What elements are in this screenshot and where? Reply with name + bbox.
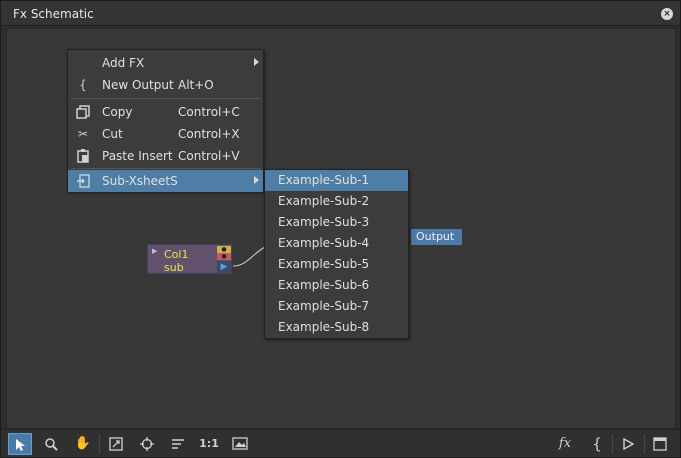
submenu-item[interactable]: Example-Sub-8 — [265, 317, 408, 338]
preview-icon[interactable] — [228, 433, 252, 455]
node-subname: sub — [164, 261, 184, 274]
window-title: Fx Schematic — [13, 7, 94, 21]
menu-item-new-output[interactable]: { New Output Alt+O — [68, 74, 263, 96]
submenu-item[interactable]: Example-Sub-4 — [265, 233, 408, 254]
menu-item-sub-xsheets[interactable]: Sub-XsheetS — [68, 170, 263, 192]
menu-item-label: Sub-XsheetS — [102, 174, 178, 188]
menu-item-shortcut: Control+X — [178, 127, 240, 141]
context-menu: Add FX { New Output Alt+O Copy Control+C… — [67, 49, 264, 192]
menu-item-label: Cut — [102, 127, 123, 141]
submenu-item[interactable]: Example-Sub-2 — [265, 191, 408, 212]
toolbar-separator — [612, 434, 613, 454]
fx-schematic-window: Fx Schematic × ▶ Col1 sub ● ● ▶ Output A… — [0, 0, 681, 458]
expand-arrow-icon[interactable]: ▶ — [152, 247, 157, 255]
menu-item-copy[interactable]: Copy Control+C — [68, 101, 263, 123]
submenu-item-label: Example-Sub-7 — [278, 299, 370, 313]
submenu-arrow-icon — [254, 58, 259, 66]
preview-toggle-icon[interactable]: ● — [217, 246, 231, 253]
submenu-item-label: Example-Sub-4 — [278, 236, 370, 250]
submenu-item[interactable]: Example-Sub-5 — [265, 254, 408, 275]
title-bar: Fx Schematic × — [1, 1, 680, 26]
submenu-arrow-icon — [254, 176, 259, 184]
submenu-item-label: Example-Sub-6 — [278, 278, 370, 292]
sub-xsheets-submenu: Example-Sub-1 Example-Sub-2 Example-Sub-… — [264, 169, 409, 339]
submenu-item-label: Example-Sub-1 — [278, 173, 370, 187]
focus-on-current-icon[interactable] — [135, 433, 159, 455]
menu-item-shortcut: Control+C — [178, 105, 240, 119]
menu-item-shortcut: Control+V — [178, 149, 240, 163]
output-icon[interactable]: { — [585, 433, 609, 455]
fx-icon[interactable]: fx — [553, 433, 577, 455]
menu-item-paste-insert[interactable]: Paste Insert Control+V — [68, 145, 263, 167]
submenu-item-label: Example-Sub-5 — [278, 257, 370, 271]
output-port-icon[interactable]: ▶ — [217, 261, 231, 273]
menu-item-label: Copy — [102, 105, 133, 119]
close-icon[interactable]: × — [661, 8, 673, 20]
hand-icon[interactable]: ✋ — [71, 433, 95, 455]
submenu-item[interactable]: Example-Sub-6 — [265, 275, 408, 296]
menu-separator — [71, 168, 261, 169]
submenu-item-label: Example-Sub-2 — [278, 194, 370, 208]
menu-separator — [71, 98, 261, 99]
menu-item-label: New Output — [102, 78, 174, 92]
camstand-toggle-icon[interactable]: ● — [217, 253, 231, 260]
toolbar-separator — [99, 434, 100, 454]
paste-icon — [75, 149, 91, 163]
fit-to-window-icon[interactable] — [104, 433, 128, 455]
toolbar-separator — [644, 434, 645, 454]
column-node[interactable]: ▶ Col1 sub ● ● ▶ — [147, 244, 232, 274]
play-icon[interactable] — [616, 433, 640, 455]
scissors-icon: ✂ — [77, 127, 89, 141]
actual-size-icon[interactable]: 1:1 — [197, 433, 221, 455]
menu-item-add-fx[interactable]: Add FX — [68, 52, 263, 74]
menu-item-label: Paste Insert — [102, 149, 173, 163]
menu-item-label: Add FX — [102, 56, 145, 70]
submenu-item-label: Example-Sub-3 — [278, 215, 370, 229]
output-node[interactable]: Output — [411, 229, 462, 245]
submenu-item[interactable]: Example-Sub-7 — [265, 296, 408, 317]
output-icon: { — [79, 78, 87, 92]
copy-icon — [75, 105, 91, 119]
subxsheet-icon — [75, 174, 91, 188]
node-name: Col1 — [164, 248, 189, 261]
zoom-icon[interactable] — [39, 433, 63, 455]
reorder-nodes-icon[interactable] — [166, 433, 190, 455]
submenu-item-label: Example-Sub-8 — [278, 320, 370, 334]
selection-arrow-icon[interactable] — [8, 433, 32, 455]
submenu-item[interactable]: Example-Sub-3 — [265, 212, 408, 233]
bottom-toolbar: ✋ 1:1 fx { — [1, 429, 680, 457]
menu-item-shortcut: Alt+O — [178, 78, 214, 92]
menu-item-cut[interactable]: ✂ Cut Control+X — [68, 123, 263, 145]
submenu-item[interactable]: Example-Sub-1 — [265, 170, 408, 191]
window-toggle-icon[interactable] — [648, 433, 672, 455]
